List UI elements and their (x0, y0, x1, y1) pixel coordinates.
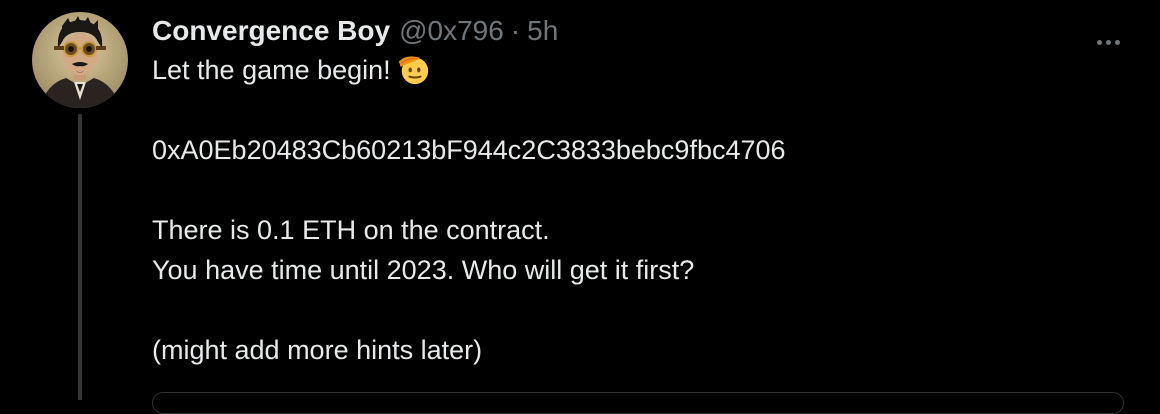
tweet-line-5: (might add more hints later) (152, 335, 483, 365)
tweet-line-4: You have time until 2023. Who will get i… (152, 255, 695, 285)
tweet-line-3: There is 0.1 ETH on the contract. (152, 215, 550, 245)
more-horizontal-icon (1097, 39, 1102, 45)
avatar-portrait-icon (40, 16, 120, 108)
saluting-face-emoji (398, 56, 428, 85)
more-options-button[interactable] (1080, 30, 1120, 54)
tweet-line-1: Let the game begin! (152, 50, 1120, 90)
more-horizontal-icon-dot (1106, 39, 1111, 45)
tweet-header: Convergence Boy @0x796 · 5h (152, 12, 1120, 50)
header-separator: · (510, 15, 521, 46)
tweet-line-1-text: Let the game begin! (152, 55, 391, 85)
avatar[interactable] (32, 12, 128, 108)
tweet-content: Convergence Boy @0x796 · 5h Let the game… (152, 12, 1120, 370)
author-handle[interactable]: @0x796 (399, 12, 504, 50)
contract-address: 0xA0Eb20483Cb60213bF944c2C3833bebc9fbc47… (152, 135, 786, 165)
thread-connector-line (78, 114, 82, 400)
tweet-text: Let the game begin! 0xA0Eb20483Cb60213bF… (152, 50, 1120, 370)
attached-card-edge[interactable] (152, 392, 1124, 414)
author-display-name[interactable]: Convergence Boy (152, 12, 390, 50)
tweet[interactable]: Convergence Boy @0x796 · 5h Let the game… (0, 0, 1160, 414)
more-horizontal-icon-dot (1115, 39, 1120, 45)
tweet-timestamp[interactable]: 5h (527, 12, 558, 50)
